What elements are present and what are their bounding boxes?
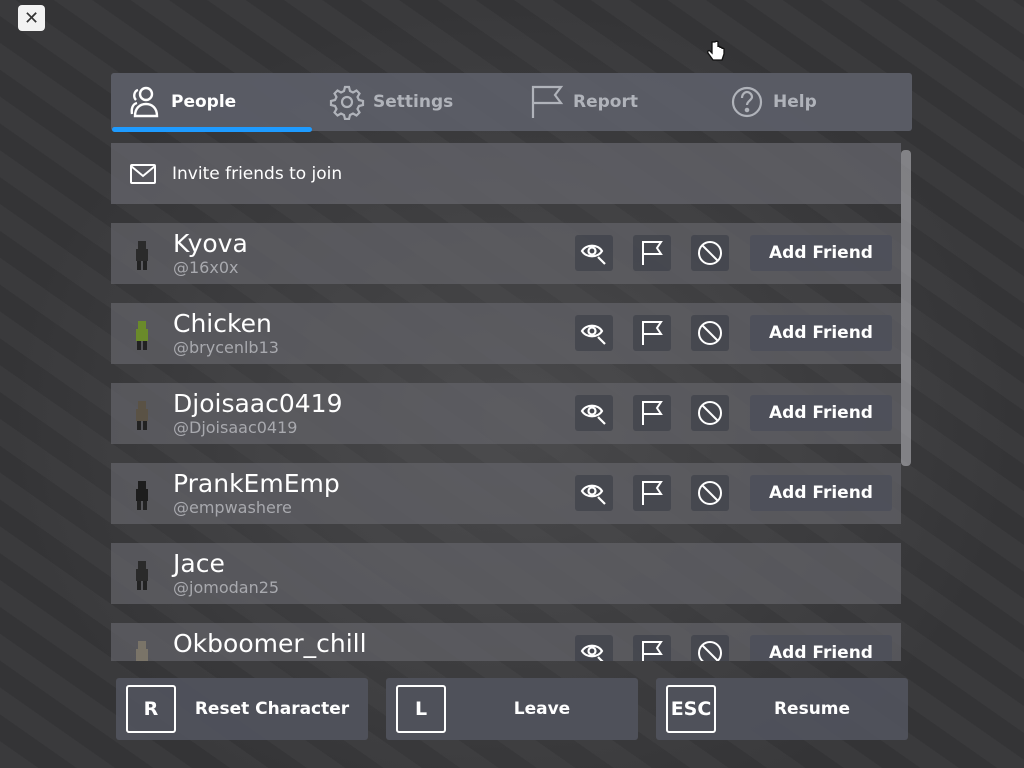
action-label: Leave <box>513 699 571 719</box>
add-friend-button[interactable]: Add Friend <box>750 395 892 431</box>
inspect-icon <box>580 319 608 347</box>
action-label: Reset Character <box>194 699 350 719</box>
player-display-name: Djoisaac0419 <box>173 389 343 418</box>
block-button[interactable] <box>691 315 729 351</box>
leave-button[interactable]: L Leave <box>386 678 638 740</box>
player-username: @brycenlb13 <box>173 338 279 357</box>
tab-label: Report <box>573 92 638 112</box>
player-display-name: PrankEmEmp <box>173 469 340 498</box>
inspect-icon <box>580 479 608 507</box>
avatar <box>136 641 148 661</box>
avatar <box>136 241 148 270</box>
inspect-button[interactable] <box>575 395 613 431</box>
tab-report[interactable]: Report <box>529 73 638 131</box>
reset-character-button[interactable]: R Reset Character <box>116 678 368 740</box>
avatar <box>136 401 148 430</box>
inspect-button[interactable] <box>575 315 613 351</box>
help-icon <box>731 86 763 118</box>
avatar <box>136 561 148 590</box>
hand-cursor-icon <box>707 40 725 61</box>
block-button[interactable] <box>691 475 729 511</box>
report-player-button[interactable] <box>633 475 671 511</box>
inspect-button[interactable] <box>575 235 613 271</box>
player-display-name: Okboomer_chill <box>173 629 367 658</box>
avatar <box>136 481 148 510</box>
invite-friends-button[interactable]: Invite friends to join <box>111 143 901 204</box>
player-display-name: Jace <box>173 549 225 578</box>
block-button[interactable] <box>691 635 729 661</box>
mail-icon <box>130 163 156 184</box>
flag-icon <box>638 319 666 347</box>
report-player-button[interactable] <box>633 235 671 271</box>
inspect-icon <box>580 399 608 427</box>
resume-button[interactable]: ESC Resume <box>656 678 908 740</box>
people-icon <box>130 86 159 118</box>
block-icon <box>696 479 724 507</box>
inspect-icon <box>580 239 608 267</box>
inspect-button[interactable] <box>575 635 613 661</box>
flag-icon <box>638 639 666 661</box>
player-list[interactable]: Invite friends to join Kyova @16x0x Add Fr… <box>111 143 901 661</box>
keycap-r: R <box>126 685 176 733</box>
player-display-name: Chicken <box>173 309 272 338</box>
block-button[interactable] <box>691 395 729 431</box>
tab-bar: People Settings Report Help <box>111 73 912 132</box>
add-friend-button[interactable]: Add Friend <box>750 635 892 661</box>
active-tab-indicator <box>112 127 312 132</box>
close-button[interactable]: ✕ <box>18 5 45 31</box>
player-row: Okboomer_chill Add Friend <box>111 623 901 661</box>
inspect-icon <box>580 639 608 661</box>
tab-settings[interactable]: Settings <box>329 73 453 131</box>
player-username: @empwashere <box>173 498 292 517</box>
gear-icon <box>329 85 365 120</box>
add-friend-button[interactable]: Add Friend <box>750 475 892 511</box>
add-friend-button[interactable]: Add Friend <box>750 235 892 271</box>
block-icon <box>696 399 724 427</box>
inspect-button[interactable] <box>575 475 613 511</box>
report-player-button[interactable] <box>633 315 671 351</box>
flag-icon <box>638 399 666 427</box>
tab-label: People <box>171 92 237 112</box>
invite-label: Invite friends to join <box>172 163 343 184</box>
keycap-l: L <box>396 685 446 733</box>
add-friend-button[interactable]: Add Friend <box>750 315 892 351</box>
player-row: Chicken @brycenlb13 Add Friend <box>111 303 901 364</box>
report-player-button[interactable] <box>633 635 671 661</box>
tab-label: Help <box>773 92 817 112</box>
flag-icon <box>638 239 666 267</box>
block-icon <box>696 239 724 267</box>
avatar <box>136 321 148 350</box>
player-username: @Djoisaac0419 <box>173 418 298 437</box>
tab-help[interactable]: Help <box>729 73 817 131</box>
flag-icon <box>531 85 564 118</box>
player-username: @16x0x <box>173 258 239 277</box>
player-row: Djoisaac0419 @Djoisaac0419 Add Friend <box>111 383 901 444</box>
list-scrollbar[interactable] <box>901 150 911 466</box>
block-icon <box>696 319 724 347</box>
tab-label: Settings <box>373 92 454 112</box>
player-display-name: Kyova <box>173 229 248 258</box>
action-label: Resume <box>773 699 851 719</box>
keycap-esc: ESC <box>666 685 716 733</box>
player-row: PrankEmEmp @empwashere Add Friend <box>111 463 901 524</box>
player-username: @jomodan25 <box>173 578 280 597</box>
player-row: Kyova @16x0x Add Friend <box>111 223 901 284</box>
block-button[interactable] <box>691 235 729 271</box>
player-row: Jace @jomodan25 <box>111 543 901 604</box>
tab-people[interactable]: People <box>127 73 236 131</box>
block-icon <box>696 639 724 661</box>
flag-icon <box>638 479 666 507</box>
report-player-button[interactable] <box>633 395 671 431</box>
